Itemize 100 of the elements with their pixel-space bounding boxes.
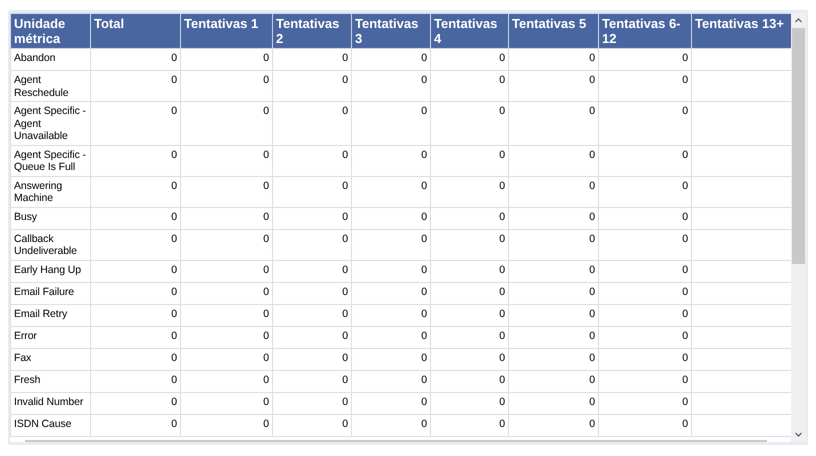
table-cell: 0 [508,348,598,370]
table-cell: 0 [90,348,180,370]
table-cell: 0 [352,370,430,392]
table-cell: 0 [90,282,180,304]
table-cell: 0 [508,370,598,392]
table-cell: Agent Specific - Agent Unavailable [10,102,90,145]
table-cell: 0 [508,282,598,304]
table-cell: 0 [598,392,692,414]
table-cell: 0 [352,70,430,102]
table-cell: 0 [90,70,180,102]
table-cell: 0 [430,176,508,207]
table-cell: 0 [508,102,598,145]
table-cell: 0 [272,102,352,145]
table-cell: 0 [180,207,272,229]
table-cell: 0 [180,326,272,348]
table-cell: 0 [430,304,508,326]
scroll-up-icon[interactable] [795,18,802,23]
table-cell: 0 [180,145,272,176]
table-cell: 0 [272,176,352,207]
table-cell: 0 [180,348,272,370]
table-cell: 0 [352,260,430,282]
table-cell: 0 [90,229,180,260]
table-cell: 0 [598,326,692,348]
table-cell: 0 [272,145,352,176]
table-cell: 0 [430,348,508,370]
table-cell: Answering Machine [10,176,90,207]
column-header: Tentativas 4 [430,14,508,48]
table-cell: 0 [90,102,180,145]
table-cell: 0 [352,282,430,304]
table-cell: 0 [598,102,692,145]
table-cell: 0 [430,260,508,282]
table-cell: 0 [598,282,692,304]
table-cell: 0 [598,348,692,370]
table-cell: 0 [180,176,272,207]
table-cell: 0 [90,326,180,348]
table-cell: Early Hang Up [10,260,90,282]
table-cell: 0 [90,176,180,207]
scrollbar[interactable] [791,13,806,442]
table-cell: 0 [508,392,598,414]
table-cell: 0 [352,207,430,229]
table-cell: 0 [508,414,598,436]
table-cell: 0 [180,414,272,436]
table-cell: 0 [272,260,352,282]
table-cell: 0 [272,229,352,260]
table-cell: 0 [508,176,598,207]
table-cell: 0 [430,145,508,176]
table-cell: 0 [90,370,180,392]
table-cell: 0 [430,70,508,102]
table-cell: 0 [180,392,272,414]
table-cell: 0 [180,70,272,102]
scroll-down-icon[interactable] [795,432,802,437]
table-cell: 0 [272,48,352,70]
table-cell: 0 [352,348,430,370]
table-cell: 0 [352,102,430,145]
table-cell: 0 [180,229,272,260]
table-cell: 0 [508,304,598,326]
table-cell: 0 [352,392,430,414]
table-cell: Email Failure [10,282,90,304]
table-cell: 0 [90,145,180,176]
table-cell: Invalid Number [10,392,90,414]
table-cell: 0 [180,102,272,145]
table-cell: 0 [90,48,180,70]
table-cell: 0 [430,229,508,260]
column-header: Tentativas 6-12 [598,14,692,48]
table-cell: 0 [508,145,598,176]
table-cell: 0 [598,414,692,436]
table-cell: 0 [598,207,692,229]
table-cell: 0 [272,348,352,370]
table-cell: 0 [180,48,272,70]
table-cell: Fresh [10,370,90,392]
table-cell: 0 [598,370,692,392]
table-cell: 0 [272,326,352,348]
table-cell: 0 [430,326,508,348]
table-cell: 0 [598,145,692,176]
table-cell: Agent Specific - Queue Is Full [10,145,90,176]
table-cell: 0 [272,392,352,414]
table-cell: 0 [430,48,508,70]
table-cell: 0 [508,207,598,229]
table-cell: 0 [272,414,352,436]
table-cell: 0 [180,260,272,282]
table-cell: 0 [352,176,430,207]
scrollbar-thumb[interactable] [792,28,805,264]
table-cell: 0 [598,229,692,260]
table-cell: 0 [272,282,352,304]
table-cell: 0 [90,207,180,229]
table-cell: 0 [430,392,508,414]
table-cell: 0 [508,326,598,348]
table-cell: Email Retry [10,304,90,326]
table-cell: 0 [180,304,272,326]
table-cell: Callback Undeliverable [10,229,90,260]
table-cell: 0 [272,207,352,229]
table-cell: 0 [90,414,180,436]
table-cell: 0 [508,260,598,282]
table-cell: 0 [90,260,180,282]
table-cell: Abandon [10,48,90,70]
table-cell: Error [10,326,90,348]
table-cell: 0 [598,176,692,207]
table-cell: Busy [10,207,90,229]
column-header: Total [90,14,180,48]
column-header: Tentativas 13+ [692,14,791,48]
